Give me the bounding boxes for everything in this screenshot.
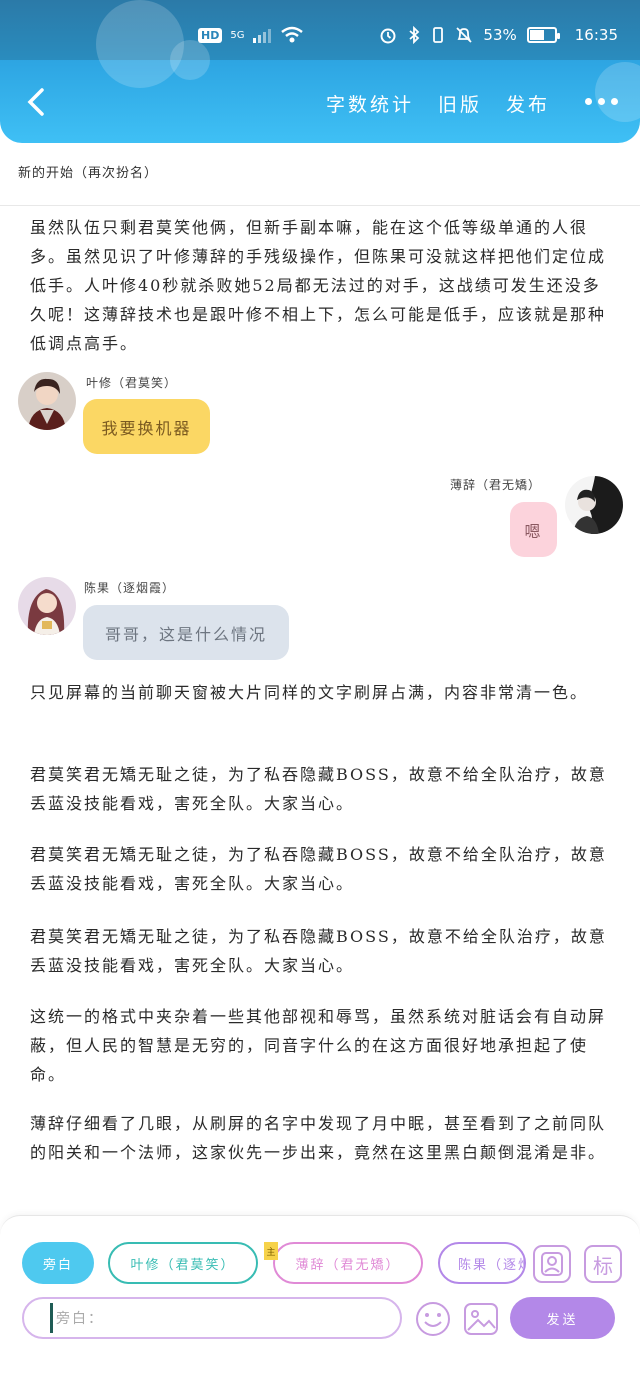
hd-badge: HD <box>198 27 223 43</box>
send-button[interactable]: 发送 <box>510 1297 615 1339</box>
battery-percent: 53% <box>483 26 517 44</box>
message-bubble[interactable]: 我要换机器 <box>83 399 210 454</box>
top-header: HD 5G 53% 16:35 字数统计 旧版 发布 <box>0 0 640 143</box>
old-version-link[interactable]: 旧版 <box>438 90 482 117</box>
image-icon <box>464 1303 498 1335</box>
story-paragraph: 虽然队伍只剩君莫笑他俩，但新手副本嘛，能在这个低等级单通的人很多。虽然见识了叶修… <box>30 218 607 353</box>
story-paragraph: 薄辞仔细看了几眼，从刷屏的名字中发现了月中眠，甚至看到了之前同队的阳关和一个法师… <box>30 1114 607 1162</box>
story-paragraph: 君莫笑君无矯无耻之徒，为了私吞隐藏BOSS，故意不给全队治疗，故意丢蓝没技能看戏… <box>30 845 607 893</box>
story-paragraph: 君莫笑君无矯无耻之徒，为了私吞隐藏BOSS，故意不给全队治疗，故意丢蓝没技能看戏… <box>30 765 607 813</box>
message-bubble[interactable]: 哥哥，这是什么情况 <box>83 605 289 660</box>
story-paragraph: 只见屏幕的当前聊天窗被大片同样的文字刷屏占满，内容非常清一色。 <box>30 683 589 702</box>
input-placeholder: 旁白： <box>56 1311 104 1327</box>
mark-button[interactable]: 标 <box>584 1245 622 1283</box>
alarm-icon <box>380 28 396 44</box>
chip-chenguo[interactable]: 陈果（逐烟霞） <box>438 1242 526 1284</box>
person-icon <box>541 1252 563 1276</box>
speaker-label: 叶修（君莫笑） <box>86 376 178 390</box>
speaker-label: 陈果（逐烟霞） <box>84 581 176 595</box>
more-dot <box>598 98 605 105</box>
mute-bell-icon <box>456 27 473 43</box>
image-button[interactable] <box>462 1300 500 1338</box>
character-button[interactable] <box>533 1245 571 1283</box>
signal-icon <box>253 29 272 43</box>
avatar-boci[interactable] <box>565 476 623 534</box>
vibrate-icon <box>433 27 444 43</box>
emoji-button[interactable] <box>414 1300 452 1338</box>
story-paragraph: 这统一的格式中夹杂着一些其他部视和辱骂，虽然系统对脏话会有自动屏蔽，但人民的智慧… <box>30 1007 607 1084</box>
publish-link[interactable]: 发布 <box>506 90 550 117</box>
message-bubble[interactable]: 嗯 <box>510 502 557 557</box>
battery-icon <box>526 27 560 43</box>
chip-yexiu[interactable]: 叶修（君莫笑） <box>108 1242 258 1284</box>
more-button[interactable] <box>585 98 618 105</box>
chip-narration[interactable]: 旁白 <box>22 1242 94 1284</box>
text-cursor <box>50 1303 53 1333</box>
bluetooth-icon <box>409 26 420 44</box>
avatar-chenguo[interactable] <box>18 577 76 635</box>
chip-boci[interactable]: 薄辞（君无矯） <box>273 1242 423 1284</box>
chapter-title[interactable]: 新的开始（再次扮名） <box>18 162 158 181</box>
clock: 16:35 <box>574 26 618 44</box>
wifi-icon <box>281 26 304 43</box>
network-label: 5G <box>230 29 245 41</box>
status-left: HD 5G <box>198 20 304 50</box>
back-button[interactable] <box>18 82 58 122</box>
speaker-label: 薄辞（君无矯） <box>450 478 542 492</box>
chevron-left-icon <box>27 88 44 116</box>
divider <box>0 205 640 206</box>
more-dot <box>585 98 592 105</box>
word-count-link[interactable]: 字数统计 <box>326 90 414 117</box>
nav-links: 字数统计 旧版 发布 <box>326 90 550 117</box>
nav-bar: 字数统计 旧版 发布 <box>0 60 640 143</box>
message-input[interactable]: 旁白： <box>22 1297 402 1339</box>
avatar-yexiu[interactable] <box>18 372 76 430</box>
smiley-icon <box>416 1302 450 1336</box>
more-dot <box>611 98 618 105</box>
main-role-badge: 主 <box>264 1242 278 1260</box>
status-right: 53% 16:35 <box>379 20 618 50</box>
story-paragraph: 君莫笑君无矯无耻之徒，为了私吞隐藏BOSS，故意不给全队治疗，故意丢蓝没技能看戏… <box>30 927 607 975</box>
